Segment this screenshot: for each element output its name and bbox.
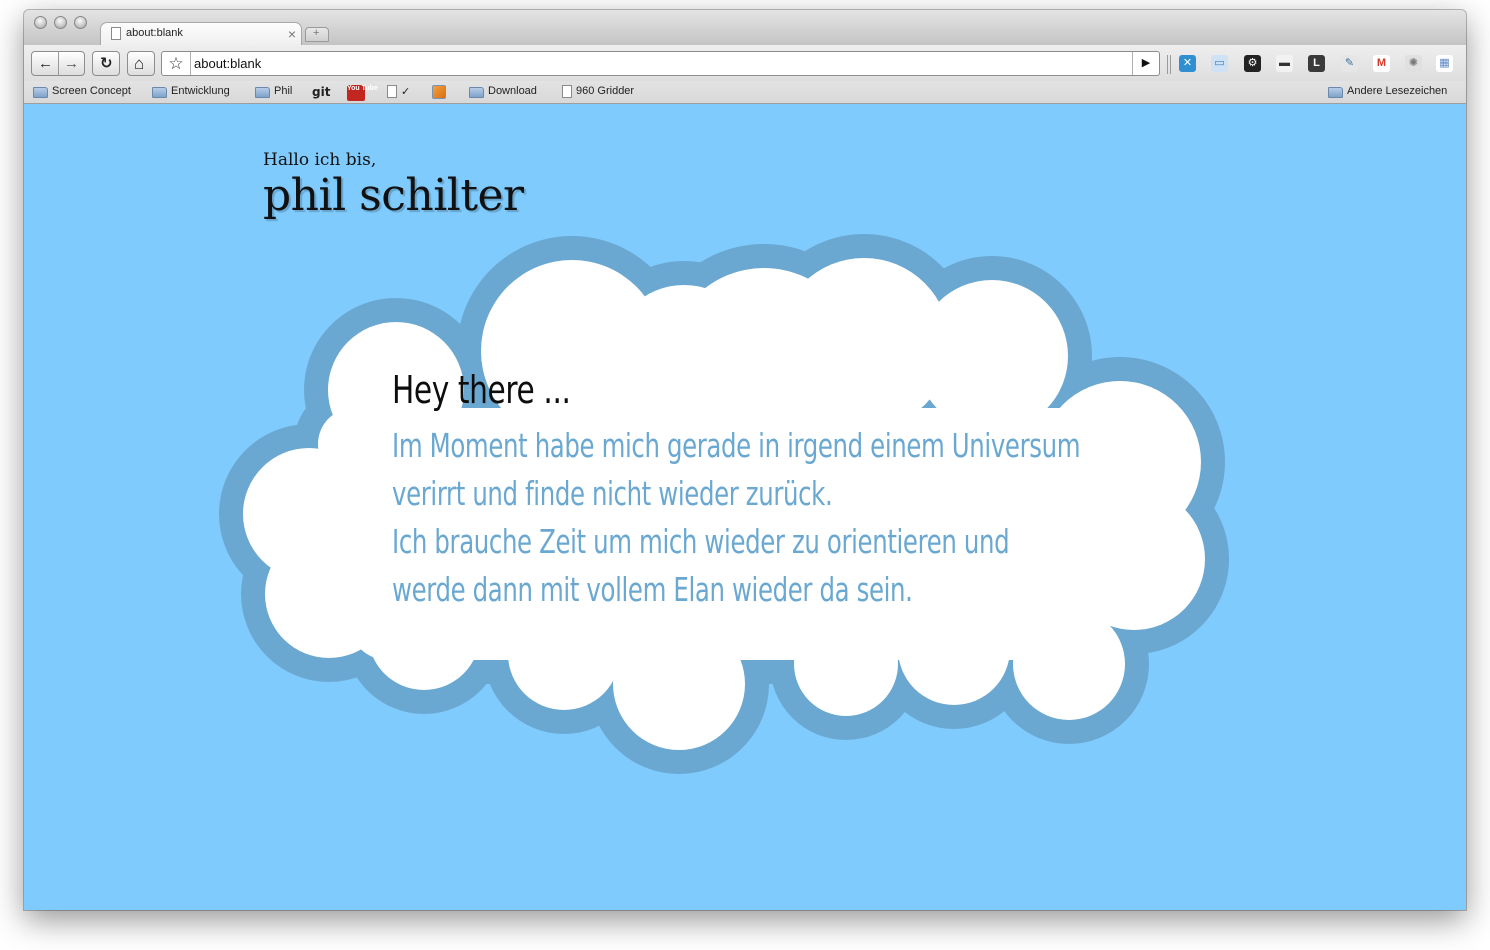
bookmark-label: Phil xyxy=(274,85,293,97)
bookmark-label: 960 Gridder xyxy=(576,85,635,97)
bookmark-item[interactable]: Screen Concept xyxy=(33,85,131,101)
minimize-window-button[interactable] xyxy=(54,16,67,29)
bookmark-item[interactable]: Entwicklung xyxy=(152,85,230,101)
bookmarks-bar: Screen Concept Entwicklung Phil git You Tube… xyxy=(24,81,1466,104)
page-content: Hallo ich bis, phil schilter Hey there .… xyxy=(24,104,1466,910)
youtube-icon: You Tube xyxy=(347,85,378,101)
toolbar-separator xyxy=(1167,55,1168,74)
tab-close-icon[interactable]: × xyxy=(288,25,296,43)
page-icon xyxy=(562,85,572,98)
gear-extension-icon[interactable]: ⚙ xyxy=(1244,55,1261,72)
tab-title: about:blank xyxy=(126,27,183,39)
page-icon xyxy=(111,27,121,40)
tab-about-blank[interactable]: about:blank × xyxy=(100,22,302,47)
bookmark-item[interactable] xyxy=(432,85,450,101)
close-window-button[interactable] xyxy=(34,16,47,29)
zoom-window-button[interactable] xyxy=(74,16,87,29)
bookmark-item[interactable]: Download xyxy=(469,85,537,101)
tab-strip: about:blank × + xyxy=(24,10,1466,47)
bookmark-label: Entwicklung xyxy=(171,85,230,97)
calendar-extension-icon[interactable]: ▦ xyxy=(1436,55,1453,72)
omnibox[interactable]: ☆ about:blank ▶ xyxy=(161,51,1160,76)
browser-toolbar: ← → ↻ ⌂ ☆ about:blank ▶ ✕ ▭ ⚙ ▬ L ✎ M ✺ ▦ xyxy=(24,45,1466,81)
toolbar-separator xyxy=(1170,55,1171,74)
home-icon: ⌂ xyxy=(134,54,145,73)
bookmark-label: Screen Concept xyxy=(52,85,131,97)
settings-extension-icon[interactable]: ✺ xyxy=(1405,55,1422,72)
l-extension-icon[interactable]: L xyxy=(1308,55,1325,72)
url-text[interactable]: about:blank xyxy=(194,56,261,71)
bookmark-item[interactable]: 960 Gridder xyxy=(562,85,634,101)
ruler-extension-icon[interactable]: ▬ xyxy=(1276,55,1293,72)
new-tab-button[interactable]: + xyxy=(305,27,329,42)
bookmark-item[interactable]: Phil xyxy=(255,85,292,101)
back-button[interactable]: ← xyxy=(38,55,53,72)
forward-button[interactable]: → xyxy=(64,55,79,72)
bookmark-label: ✓ xyxy=(401,86,411,98)
gmail-extension-icon[interactable]: M xyxy=(1373,55,1390,72)
browser-window: about:blank × + ← → ↻ ⌂ ☆ about:blank ▶ … xyxy=(24,10,1466,910)
folder-icon xyxy=(33,87,48,98)
folder-icon xyxy=(469,87,484,98)
divider xyxy=(58,52,59,75)
bookmark-item[interactable]: git xyxy=(312,85,334,101)
reload-button[interactable]: ↻ xyxy=(92,51,120,76)
folder-icon xyxy=(152,87,167,98)
x-extension-icon[interactable]: ✕ xyxy=(1179,55,1196,72)
bookmark-other[interactable]: Andere Lesezeichen xyxy=(1328,85,1447,101)
rss-icon xyxy=(432,85,446,99)
home-button[interactable]: ⌂ xyxy=(127,51,155,76)
go-button[interactable]: ▶ xyxy=(1132,52,1159,75)
message-paragraph: Ich brauche Zeit um mich wieder zu orien… xyxy=(392,522,1010,609)
page-icon xyxy=(387,85,397,98)
bookmark-item[interactable]: You Tube xyxy=(347,85,378,101)
bookmark-label: Download xyxy=(488,85,537,97)
reload-icon: ↻ xyxy=(100,55,113,72)
bookmark-item[interactable]: ✓ xyxy=(387,85,410,101)
cloud-message: Im Moment habe mich gerade in irgend ein… xyxy=(392,422,1088,614)
bookmark-label: Andere Lesezeichen xyxy=(1347,85,1448,97)
cloud-heading: Hey there ... xyxy=(392,368,571,412)
bookmark-star-icon[interactable]: ☆ xyxy=(162,52,191,75)
git-icon: git xyxy=(312,85,331,99)
eyedropper-extension-icon[interactable]: ✎ xyxy=(1341,55,1358,72)
plus-icon: + xyxy=(313,27,320,39)
folder-icon xyxy=(1328,87,1343,98)
window-extension-icon[interactable]: ▭ xyxy=(1211,55,1228,72)
back-forward-group: ← → xyxy=(31,51,85,76)
folder-icon xyxy=(255,87,270,98)
message-paragraph: Im Moment habe mich gerade in irgend ein… xyxy=(392,426,1081,513)
